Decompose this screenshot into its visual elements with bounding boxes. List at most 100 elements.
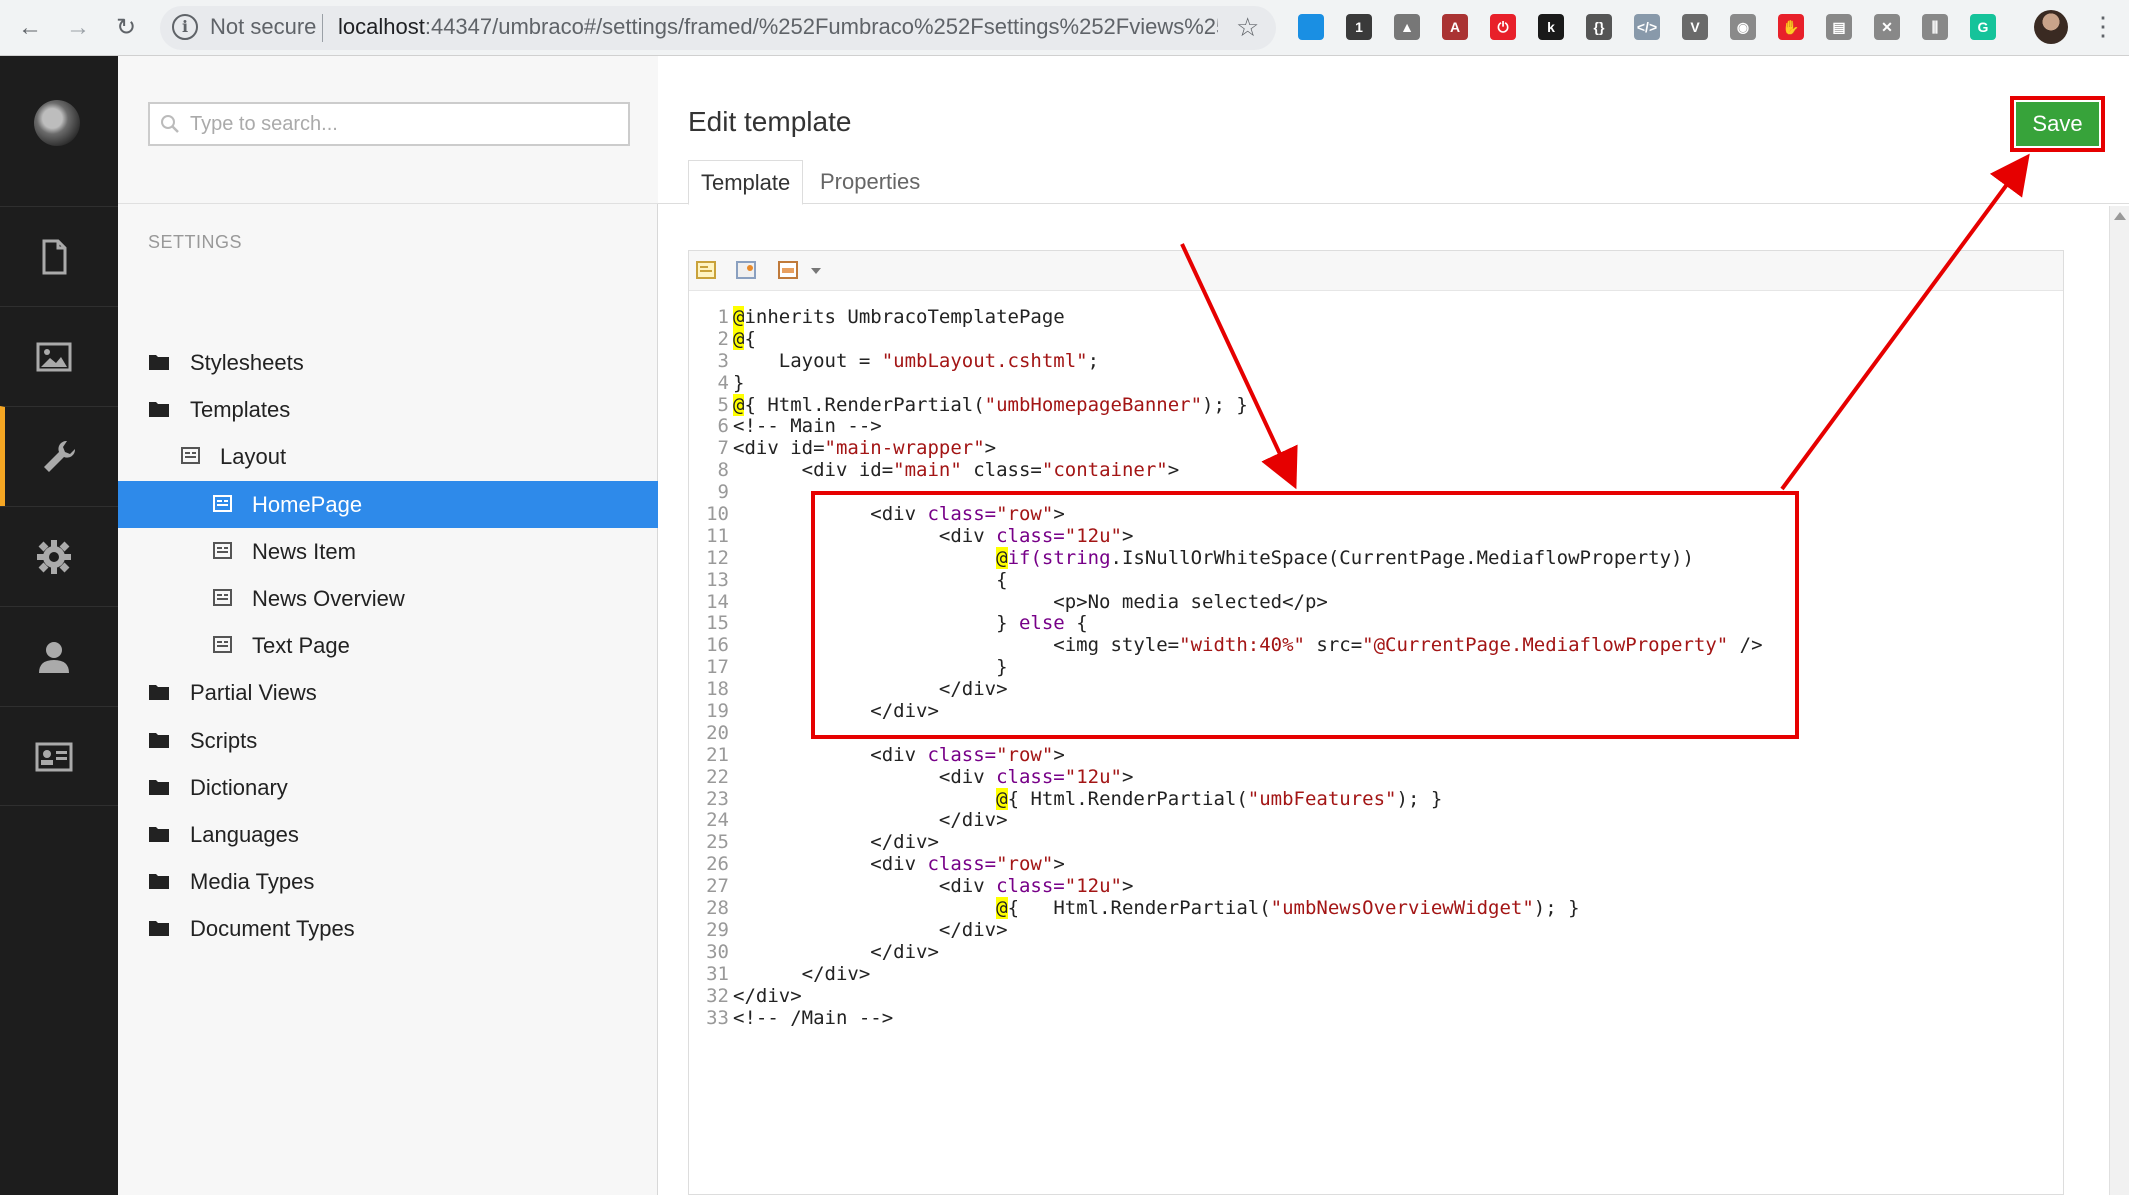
tree-item-templates[interactable]: Templates	[118, 386, 658, 433]
section-bar	[0, 56, 118, 1195]
code-token: />	[1728, 634, 1763, 657]
code-line[interactable]: 9	[689, 481, 2063, 504]
tree-item-homepage[interactable]: HomePage	[118, 480, 658, 528]
developer-section[interactable]	[0, 506, 118, 606]
url-text[interactable]: localhost:44347/umbraco#/settings/framed…	[338, 14, 1218, 40]
tree-item-stylesheets[interactable]: Stylesheets	[118, 339, 658, 386]
code-line[interactable]: 21 <div class="row">	[689, 744, 2063, 767]
tree-search-input[interactable]	[148, 102, 630, 146]
ext-camera-icon[interactable]: ◉	[1730, 14, 1756, 40]
more-dropdown-icon[interactable]	[809, 259, 823, 281]
tree-item-scripts[interactable]: Scripts	[118, 717, 658, 764]
code-line[interactable]: 12 @if(string.IsNullOrWhiteSpace(Current…	[689, 546, 2063, 570]
settings-section[interactable]	[0, 406, 118, 506]
code-token: { Html.RenderPartial(	[744, 393, 985, 416]
insert-macro-icon[interactable]	[695, 259, 719, 281]
code-token: "row"	[996, 853, 1054, 876]
reload-icon[interactable]: ↻	[110, 12, 142, 44]
code-line[interactable]: 29 </div>	[689, 919, 2063, 942]
tree-item-layout[interactable]: Layout	[118, 433, 658, 480]
code-line[interactable]: 7 <div id="main-wrapper">	[689, 437, 2063, 460]
tree-item-media-types[interactable]: Media Types	[118, 858, 658, 905]
info-icon[interactable]: i	[172, 14, 198, 40]
ext-grammarly-icon[interactable]: G	[1970, 14, 1996, 40]
media-section[interactable]	[0, 306, 118, 406]
code-line[interactable]: 4}	[689, 372, 2063, 395]
code-token: <div	[733, 765, 997, 788]
code-line[interactable]: 33 <!-- /Main -->	[689, 1006, 2063, 1030]
code-line[interactable]: 8 <div id="main" class="container">	[689, 459, 2063, 482]
ext-bars-icon[interactable]: ⫼	[1922, 14, 1948, 40]
forward-arrow-icon[interactable]: →	[62, 12, 94, 44]
code-line[interactable]: 16 <img style="width:40%" src="@CurrentP…	[689, 634, 2063, 657]
code-token: @	[996, 897, 1008, 920]
ext-ticket-icon[interactable]: ▤	[1826, 14, 1852, 40]
scroll-up-arrow-icon[interactable]	[2114, 212, 2126, 220]
code-line[interactable]: 3 Layout = "umbLayout.cshtml";	[689, 350, 2063, 373]
ext-1password-icon[interactable]: 1	[1346, 14, 1372, 40]
code-editor[interactable]: 1 @inherits UmbracoTemplatePage 2 @{3 Layou…	[688, 250, 2064, 1195]
code-line[interactable]: 6 <!-- Main -->	[689, 416, 2063, 438]
code-token: { Html.RenderPartial(	[1007, 897, 1271, 920]
ext-blue-window-icon[interactable]	[1298, 14, 1324, 40]
bookmark-star-icon[interactable]: ☆	[1236, 12, 1259, 43]
insert-value-icon[interactable]	[735, 259, 759, 281]
members-section[interactable]	[0, 706, 118, 806]
ext-hand-icon[interactable]: ✋	[1778, 14, 1804, 40]
tree-item-label: Templates	[190, 397, 291, 423]
code-line[interactable]: 20	[689, 722, 2063, 745]
ext-json-icon[interactable]: {}	[1586, 14, 1612, 40]
code-line[interactable]: 14 <p>No media selected</p>	[689, 591, 2063, 614]
code-content[interactable]: 1 @inherits UmbracoTemplatePage 2 @{3 Layou…	[689, 306, 2063, 1030]
tab-template[interactable]: Template	[688, 160, 804, 205]
line-number: 16	[706, 634, 729, 657]
insert-partial-icon[interactable]	[777, 259, 801, 281]
ext-pdf-icon[interactable]: A	[1442, 14, 1468, 40]
tree-item-document-types[interactable]: Document Types	[118, 905, 658, 952]
code-line[interactable]: 24 </div>	[689, 810, 2063, 832]
ext-vue-icon[interactable]: V	[1682, 14, 1708, 40]
code-line[interactable]: 1 @inherits UmbracoTemplatePage	[689, 306, 2063, 329]
tab-properties[interactable]: Properties	[808, 160, 932, 205]
tree-item-news-item[interactable]: News Item	[118, 528, 658, 575]
back-arrow-icon[interactable]: ←	[14, 12, 46, 44]
tree-item-news-overview[interactable]: News Overview	[118, 575, 658, 622]
code-line[interactable]: 10 <div class="row">	[689, 503, 2063, 526]
code-line[interactable]: 17 }	[689, 656, 2063, 679]
kebab-menu-icon[interactable]: ⋮	[2090, 10, 2116, 42]
users-section[interactable]	[0, 606, 118, 706]
tree-item-text-page[interactable]: Text Page	[118, 622, 658, 669]
code-line[interactable]: 26 <div class="row">	[689, 853, 2063, 876]
code-line[interactable]: 15 } else {	[689, 613, 2063, 635]
code-line[interactable]: 19 </div>	[689, 700, 2063, 723]
ext-k-icon[interactable]: k	[1538, 14, 1564, 40]
url-host: localhost	[338, 14, 425, 39]
code-line[interactable]: 5 @{ Html.RenderPartial("umbHomepageBanne…	[689, 393, 2063, 417]
ext-power-icon[interactable]: ⏻	[1490, 14, 1516, 40]
line-number: 17	[706, 656, 729, 679]
tree-item-languages[interactable]: Languages	[118, 811, 658, 858]
ext-drive-icon[interactable]: ▲	[1394, 14, 1420, 40]
line-number: 33	[706, 1006, 729, 1029]
code-line[interactable]: 13 {	[689, 569, 2063, 592]
ext-code-icon[interactable]: </>	[1634, 14, 1660, 40]
tree-item-partial-views[interactable]: Partial Views	[118, 669, 658, 716]
code-line[interactable]: 25 </div>	[689, 831, 2063, 854]
code-line[interactable]: 11 <div class="12u">	[689, 525, 2063, 548]
tree-item-dictionary[interactable]: Dictionary	[118, 764, 658, 811]
code-line[interactable]: 30 </div>	[689, 941, 2063, 964]
content-section[interactable]	[0, 206, 118, 306]
user-avatar[interactable]	[34, 100, 80, 146]
code-line[interactable]: 2 @{	[689, 327, 2063, 351]
code-line[interactable]: 22 <div class="12u">	[689, 765, 2063, 789]
code-line[interactable]: 27 <div class="12u">	[689, 875, 2063, 898]
code-line[interactable]: 32 </div>	[689, 985, 2063, 1008]
tree-item-label: Media Types	[190, 869, 315, 895]
code-line[interactable]: 18 </div>	[689, 678, 2063, 701]
ext-tools-icon[interactable]: ✕	[1874, 14, 1900, 40]
code-line[interactable]: 28 @{ Html.RenderPartial("umbNewsOvervie…	[689, 897, 2063, 920]
editor-scrollbar[interactable]	[2109, 206, 2129, 1195]
code-line[interactable]: 31 </div>	[689, 963, 2063, 986]
profile-avatar[interactable]	[2034, 10, 2068, 44]
code-line[interactable]: 23 @{ Html.RenderPartial("umbFeatures");…	[689, 787, 2063, 811]
